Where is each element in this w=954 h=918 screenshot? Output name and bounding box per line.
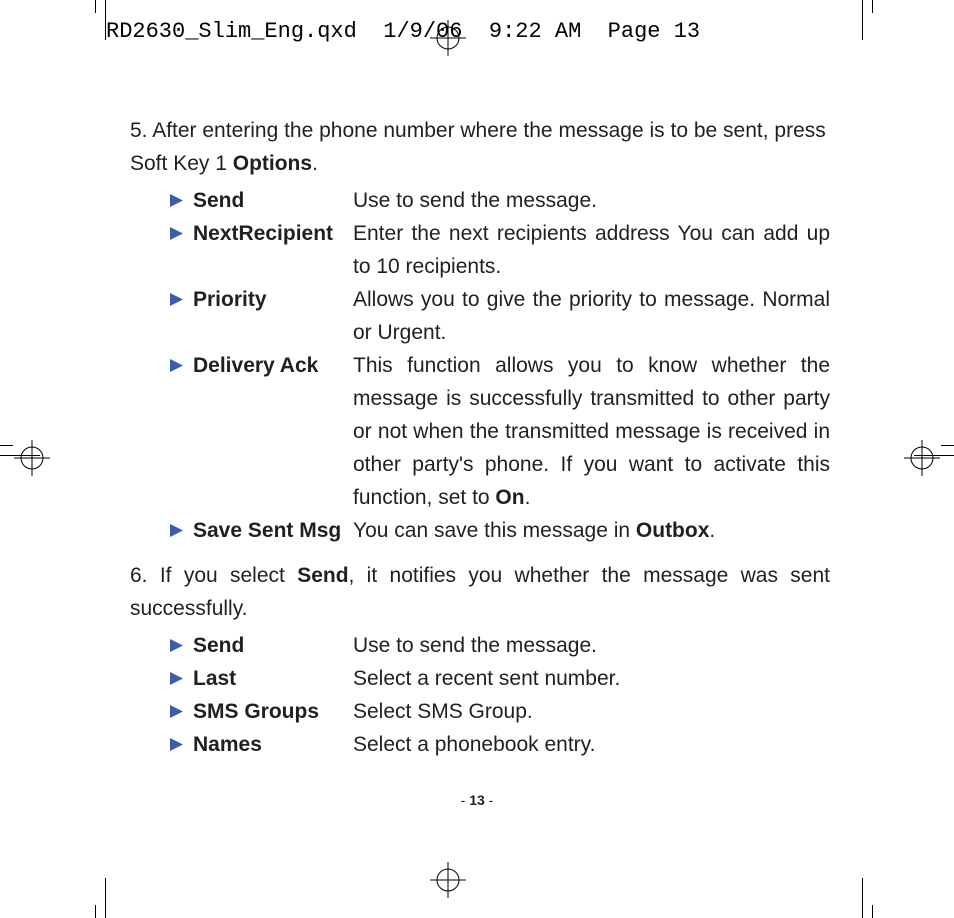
option-row: SendUse to send the message. bbox=[170, 629, 830, 662]
option-desc-bold: Outbox bbox=[636, 519, 710, 542]
triangle-bullet-icon bbox=[170, 194, 183, 207]
option-row: Save Sent MsgYou can save this message i… bbox=[170, 514, 830, 547]
option-desc: Enter the next recipients address You ca… bbox=[353, 217, 830, 283]
option-desc: This function allows you to know whether… bbox=[353, 349, 830, 514]
option-row: SMS GroupsSelect SMS Group. bbox=[170, 695, 830, 728]
registration-mark-icon bbox=[14, 440, 50, 476]
option-desc-text: . bbox=[709, 519, 715, 542]
option-desc-bold: On bbox=[495, 486, 524, 509]
triangle-bullet-icon bbox=[170, 227, 183, 240]
option-desc: Select a phonebook entry. bbox=[353, 728, 830, 761]
option-desc-text: This function allows you to know whether… bbox=[353, 354, 830, 509]
crop-mark bbox=[0, 445, 13, 446]
option-label: Send bbox=[193, 629, 353, 662]
option-label: Delivery Ack bbox=[193, 349, 353, 382]
step-5: 5. After entering the phone number where… bbox=[130, 114, 830, 180]
option-label: SMS Groups bbox=[193, 695, 353, 728]
crop-mark bbox=[862, 0, 863, 40]
triangle-bullet-icon bbox=[170, 524, 183, 537]
crop-mark bbox=[862, 878, 863, 918]
option-label: Send bbox=[193, 184, 353, 217]
registration-mark-icon bbox=[904, 440, 940, 476]
option-desc-text: Select SMS Group. bbox=[353, 700, 533, 723]
page-number: - 13 - bbox=[0, 792, 954, 808]
crop-mark bbox=[872, 905, 873, 918]
crop-mark bbox=[872, 0, 873, 13]
option-desc-text: Use to send the message. bbox=[353, 189, 597, 212]
crop-mark bbox=[95, 0, 96, 13]
option-label: Names bbox=[193, 728, 353, 761]
option-desc-text: Select a recent sent number. bbox=[353, 667, 620, 690]
page-body: 5. After entering the phone number where… bbox=[130, 114, 830, 761]
option-label: Last bbox=[193, 662, 353, 695]
option-row: SendUse to send the message. bbox=[170, 184, 830, 217]
option-desc: You can save this message in Outbox. bbox=[353, 514, 830, 547]
triangle-bullet-icon bbox=[170, 738, 183, 751]
step-6-options: SendUse to send the message.LastSelect a… bbox=[130, 629, 830, 761]
option-label: Save Sent Msg bbox=[193, 514, 353, 547]
option-desc-text: Use to send the message. bbox=[353, 634, 597, 657]
option-row: PriorityAllows you to give the priority … bbox=[170, 283, 830, 349]
step-6: 6. If you select Send, it notifies you w… bbox=[130, 559, 830, 625]
step-5-tail: . bbox=[312, 152, 318, 175]
option-row: Delivery AckThis function allows you to … bbox=[170, 349, 830, 514]
option-desc: Select a recent sent number. bbox=[353, 662, 830, 695]
option-desc-text: . bbox=[525, 486, 531, 509]
page-number-value: 13 bbox=[469, 792, 485, 808]
option-desc-text: Allows you to give the priority to messa… bbox=[353, 288, 830, 344]
crop-mark bbox=[941, 445, 954, 446]
option-label: Priority bbox=[193, 283, 353, 316]
step-6-keyword: Send bbox=[297, 564, 348, 587]
option-row: LastSelect a recent sent number. bbox=[170, 662, 830, 695]
triangle-bullet-icon bbox=[170, 705, 183, 718]
option-desc: Select SMS Group. bbox=[353, 695, 830, 728]
triangle-bullet-icon bbox=[170, 293, 183, 306]
option-row: NextRecipientEnter the next recipients a… bbox=[170, 217, 830, 283]
triangle-bullet-icon bbox=[170, 359, 183, 372]
option-desc: Allows you to give the priority to messa… bbox=[353, 283, 830, 349]
option-row: NamesSelect a phonebook entry. bbox=[170, 728, 830, 761]
step-5-options: SendUse to send the message.NextRecipien… bbox=[130, 184, 830, 547]
registration-mark-icon bbox=[430, 862, 466, 898]
option-desc-text: Enter the next recipients address You ca… bbox=[353, 222, 830, 278]
crop-mark bbox=[95, 905, 96, 918]
option-label: NextRecipient bbox=[193, 217, 353, 250]
option-desc-text: You can save this message in bbox=[353, 519, 636, 542]
option-desc-text: Select a phonebook entry. bbox=[353, 733, 595, 756]
option-desc: Use to send the message. bbox=[353, 629, 830, 662]
step-6-pre: 6. If you select bbox=[130, 564, 297, 587]
triangle-bullet-icon bbox=[170, 639, 183, 652]
print-slug: RD2630_Slim_Eng.qxd 1/9/06 9:22 AM Page … bbox=[106, 19, 700, 44]
crop-mark bbox=[105, 878, 106, 918]
option-desc: Use to send the message. bbox=[353, 184, 830, 217]
triangle-bullet-icon bbox=[170, 672, 183, 685]
step-5-keyword: Options bbox=[233, 152, 312, 175]
